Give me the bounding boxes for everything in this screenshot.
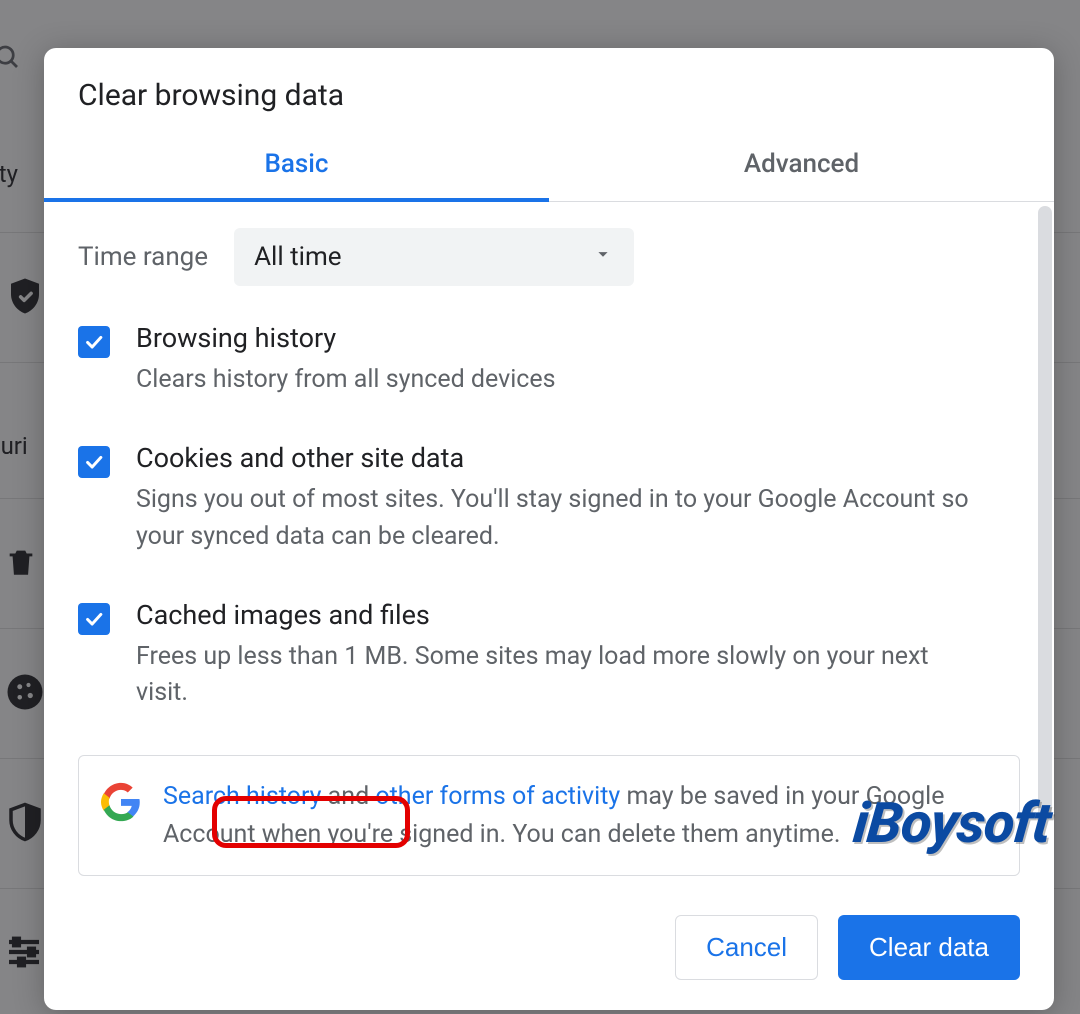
other-activity-link[interactable]: other forms of activity [375, 782, 620, 811]
dialog-footer: Cancel Clear data [44, 889, 1054, 1010]
clear-browsing-data-dialog: Clear browsing data Basic Advanced Time … [44, 48, 1054, 1010]
google-logo-icon [101, 782, 141, 826]
time-range-select[interactable]: All time [234, 228, 634, 286]
tab-advanced[interactable]: Advanced [549, 131, 1054, 201]
time-range-value: All time [254, 242, 341, 272]
clear-data-button[interactable]: Clear data [838, 915, 1020, 980]
checkbox-cached[interactable] [78, 603, 110, 635]
dialog-title: Clear browsing data [44, 48, 1054, 131]
google-account-notice: Search history and other forms of activi… [78, 755, 1020, 876]
option-heading: Cookies and other site data [136, 442, 976, 474]
time-range-label: Time range [78, 242, 208, 272]
option-desc: Signs you out of most sites. You'll stay… [136, 482, 976, 555]
option-cached: Cached images and files Frees up less th… [78, 599, 1020, 712]
checkbox-browsing-history[interactable] [78, 326, 110, 358]
tab-basic[interactable]: Basic [44, 131, 549, 201]
notice-text: Search history and other forms of activi… [163, 778, 997, 853]
notice-mid: and [321, 782, 375, 811]
option-heading: Cached images and files [136, 599, 976, 631]
scrollbar[interactable] [1038, 206, 1052, 820]
option-heading: Browsing history [136, 322, 556, 354]
option-desc: Clears history from all synced devices [136, 362, 556, 398]
tabs: Basic Advanced [44, 131, 1054, 202]
cancel-button[interactable]: Cancel [675, 915, 818, 980]
option-desc: Frees up less than 1 MB. Some sites may … [136, 639, 976, 712]
search-history-link[interactable]: Search history [163, 782, 321, 811]
chevron-down-icon [592, 242, 614, 272]
option-browsing-history: Browsing history Clears history from all… [78, 322, 1020, 398]
option-cookies: Cookies and other site data Signs you ou… [78, 442, 1020, 555]
dialog-body: Time range All time Browsing history Cle… [44, 202, 1054, 889]
checkbox-cookies[interactable] [78, 446, 110, 478]
